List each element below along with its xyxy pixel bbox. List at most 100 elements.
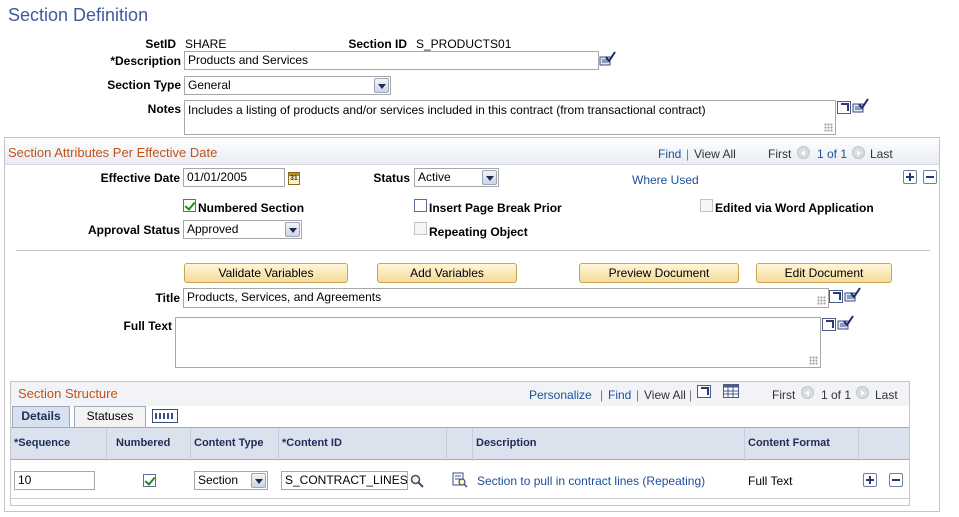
repeating-object-label: Repeating Object [429, 225, 528, 239]
expand-icon[interactable] [837, 101, 851, 114]
status-select[interactable]: Active [414, 168, 499, 187]
add-row-icon[interactable] [863, 473, 877, 487]
spellcheck-icon[interactable] [844, 287, 862, 303]
approval-status-select[interactable]: Approved [183, 220, 302, 239]
spellcheck-icon[interactable] [852, 98, 870, 114]
content-id-input[interactable]: S_CONTRACT_LINES [281, 471, 408, 490]
notes-label: Notes [147, 102, 181, 116]
find-link[interactable]: Find [608, 388, 631, 402]
sequence-input[interactable]: 10 [14, 471, 95, 490]
view-all-link[interactable]: View All [694, 147, 736, 161]
first-label: First [768, 147, 792, 161]
column-header-content-format[interactable]: Content Format [748, 437, 830, 449]
row-count: 1 of 1 [817, 147, 848, 161]
previous-icon[interactable] [797, 146, 810, 159]
resize-grip-icon[interactable] [809, 356, 818, 365]
tab-statuses[interactable]: Statuses [74, 406, 146, 427]
column-header-content-type[interactable]: Content Type [194, 437, 263, 449]
delete-row-icon[interactable] [889, 473, 903, 487]
zoom-icon[interactable] [697, 385, 711, 398]
section-attributes-title: Section Attributes Per Effective Date [8, 145, 218, 160]
resize-grip-icon[interactable] [817, 296, 826, 305]
section-type-label: Section Type [107, 78, 181, 92]
section-id-value: S_PRODUCTS01 [416, 37, 512, 51]
chevron-down-icon [251, 473, 266, 488]
insert-page-break-checkbox[interactable] [414, 199, 427, 212]
approval-status-label: Approval Status [87, 223, 180, 237]
add-row-icon[interactable] [903, 170, 917, 184]
content-format-value: Full Text [748, 474, 793, 488]
content-type-select[interactable]: Section [194, 471, 268, 490]
expand-icon[interactable] [829, 290, 843, 303]
separator: | [689, 388, 693, 402]
divider [16, 250, 930, 251]
next-icon[interactable] [856, 386, 869, 399]
description-input[interactable]: Products and Services [184, 51, 599, 70]
separator: | [686, 147, 690, 161]
resize-grip-icon[interactable] [824, 123, 833, 132]
description-label: *Description [110, 54, 181, 68]
last-label: Last [875, 388, 898, 402]
chevron-down-icon [285, 222, 300, 237]
detail-icon[interactable] [452, 472, 468, 488]
status-label: Status [373, 171, 410, 185]
section-id-label: Section ID [348, 37, 407, 51]
effective-date-label: Effective Date [100, 171, 180, 185]
chevron-down-icon [482, 170, 497, 185]
content-type-value: Section [198, 473, 239, 487]
personalize-link[interactable]: Personalize [529, 388, 592, 402]
full-text-textarea[interactable] [175, 317, 821, 368]
first-label: First [772, 388, 796, 402]
row-count: 1 of 1 [821, 388, 852, 402]
section-type-value: General [188, 78, 231, 92]
numbered-checkbox[interactable] [143, 474, 156, 487]
tab-details[interactable]: Details [12, 406, 70, 427]
page-title: Section Definition [8, 5, 149, 25]
section-structure-title: Section Structure [18, 386, 118, 401]
preview-document-button[interactable]: Preview Document [579, 263, 739, 283]
add-variables-button[interactable]: Add Variables [377, 263, 517, 283]
last-label: Last [870, 147, 893, 161]
description-link[interactable]: Section to pull in contract lines (Repea… [477, 474, 705, 488]
column-header-content-id[interactable]: *Content ID [282, 437, 342, 449]
view-all-link[interactable]: View All [644, 388, 686, 402]
repeating-object-checkbox [414, 222, 427, 235]
delete-row-icon[interactable] [923, 170, 937, 184]
spellcheck-icon[interactable] [599, 51, 617, 67]
notes-textarea[interactable]: Includes a listing of products and/or se… [184, 100, 836, 135]
calendar-icon[interactable] [288, 172, 300, 185]
status-value: Active [418, 170, 451, 184]
search-icon[interactable] [410, 474, 424, 488]
setid-value: SHARE [185, 37, 227, 51]
next-icon[interactable] [852, 146, 865, 159]
expand-icon[interactable] [822, 318, 836, 331]
setid-label: SetID [145, 37, 176, 51]
spellcheck-icon[interactable] [837, 315, 855, 331]
effective-date-input[interactable]: 01/01/2005 [183, 168, 285, 187]
column-header-numbered[interactable]: Numbered [116, 437, 170, 449]
section-type-select[interactable]: General [184, 76, 391, 95]
chevron-down-icon [374, 78, 389, 93]
show-all-columns-icon[interactable] [152, 409, 178, 423]
title-input[interactable]: Products, Services, and Agreements [183, 288, 829, 308]
column-header-sequence[interactable]: *Sequence [14, 437, 70, 449]
edited-via-word-label: Edited via Word Application [715, 201, 874, 215]
title-label: Title [155, 291, 180, 305]
download-grid-icon[interactable] [723, 384, 739, 398]
separator: | [600, 388, 604, 402]
edit-document-button[interactable]: Edit Document [756, 263, 892, 283]
insert-page-break-label: Insert Page Break Prior [429, 201, 562, 215]
numbered-section-label: Numbered Section [198, 201, 305, 215]
notes-value: Includes a listing of products and/or se… [188, 103, 706, 117]
validate-variables-button[interactable]: Validate Variables [184, 263, 348, 283]
where-used-link[interactable]: Where Used [632, 173, 699, 187]
full-text-label: Full Text [123, 319, 172, 333]
edited-via-word-checkbox [700, 199, 713, 212]
title-value: Products, Services, and Agreements [187, 290, 382, 304]
previous-icon[interactable] [801, 386, 814, 399]
approval-status-value: Approved [187, 222, 239, 236]
numbered-section-checkbox[interactable] [183, 199, 196, 212]
separator: | [636, 388, 640, 402]
column-header-description[interactable]: Description [476, 437, 537, 449]
find-link[interactable]: Find [658, 147, 681, 161]
